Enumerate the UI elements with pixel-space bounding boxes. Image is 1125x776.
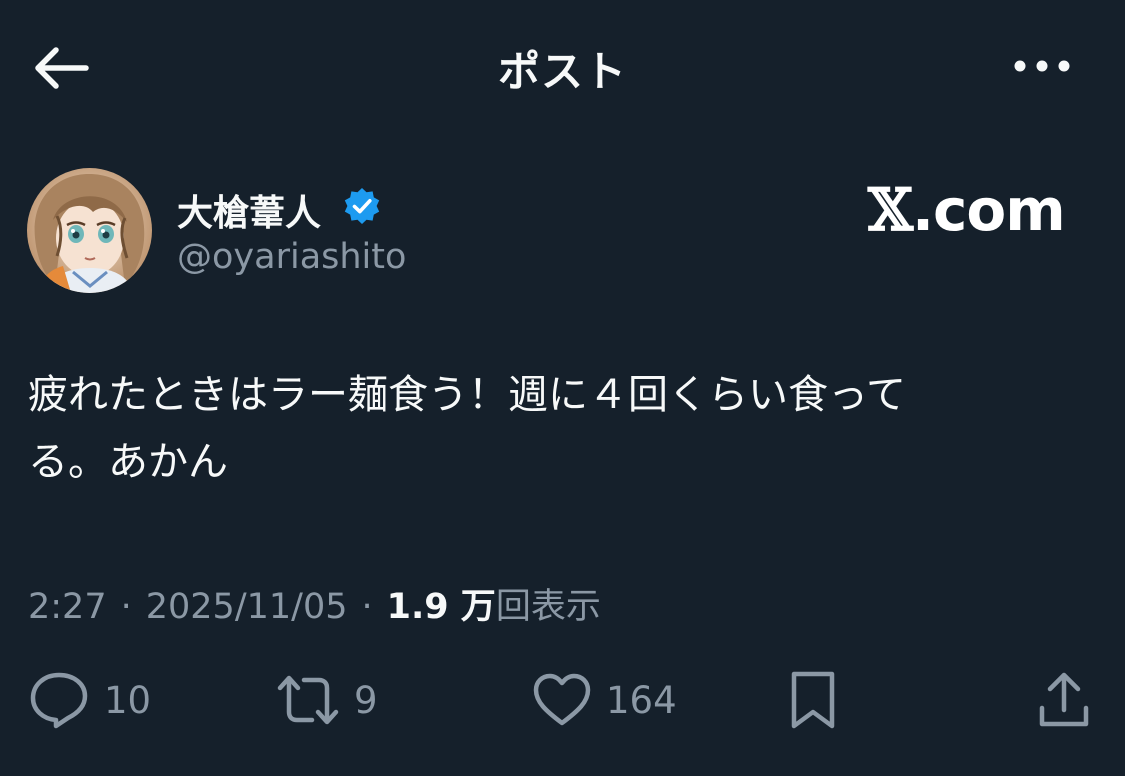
share-button[interactable]: [1036, 660, 1092, 740]
repost-icon: [277, 675, 339, 725]
repost-button[interactable]: 9: [276, 660, 378, 740]
repost-count: 9: [354, 678, 378, 722]
meta-separator: ·: [120, 587, 132, 627]
x-com-watermark: 𝕏.com: [868, 176, 1066, 244]
bookmark-icon: [791, 671, 835, 729]
post-meta: 2:27 · 2025/11/05 · 1.9 万 回表示: [28, 578, 601, 629]
page-title: ポスト: [497, 47, 627, 96]
author-name[interactable]: 大槍葦人: [177, 184, 321, 236]
top-bar: ポスト: [0, 0, 1125, 140]
bookmark-button[interactable]: [788, 660, 838, 740]
views-label: 回表示: [495, 587, 601, 627]
share-icon: [1039, 672, 1089, 727]
action-bar: 10 9 164: [0, 660, 1125, 740]
author-handle[interactable]: @oyariashito: [177, 237, 406, 277]
like-count: 164: [606, 678, 677, 722]
post-time: 2:27: [28, 587, 107, 627]
meta-separator: ·: [361, 587, 373, 627]
back-button[interactable]: [30, 42, 92, 94]
more-horizontal-icon: [1014, 60, 1070, 72]
reply-button[interactable]: 10: [28, 660, 151, 740]
more-button[interactable]: [1008, 46, 1076, 86]
avatar[interactable]: [27, 168, 152, 293]
x-logo-glyph: 𝕏: [868, 176, 913, 244]
post-date: 2025/11/05: [145, 587, 348, 627]
brand-domain: .com: [912, 176, 1066, 244]
post-detail-page: ポスト 大槍葦人 @oyariashito 𝕏.com 疲れたときはラー麺食う！…: [0, 0, 1125, 776]
avatar-image: [27, 168, 152, 293]
heart-icon: [533, 673, 591, 726]
like-button[interactable]: 164: [532, 660, 677, 740]
post-text: 疲れたときはラー麺食う！週に４回くらい食って る。あかん: [28, 372, 906, 485]
verified-badge-icon: [344, 188, 380, 224]
reply-count: 10: [104, 678, 152, 722]
views-count[interactable]: 1.9 万: [387, 578, 496, 629]
arrow-left-icon: [35, 47, 89, 89]
reply-icon: [30, 672, 88, 729]
